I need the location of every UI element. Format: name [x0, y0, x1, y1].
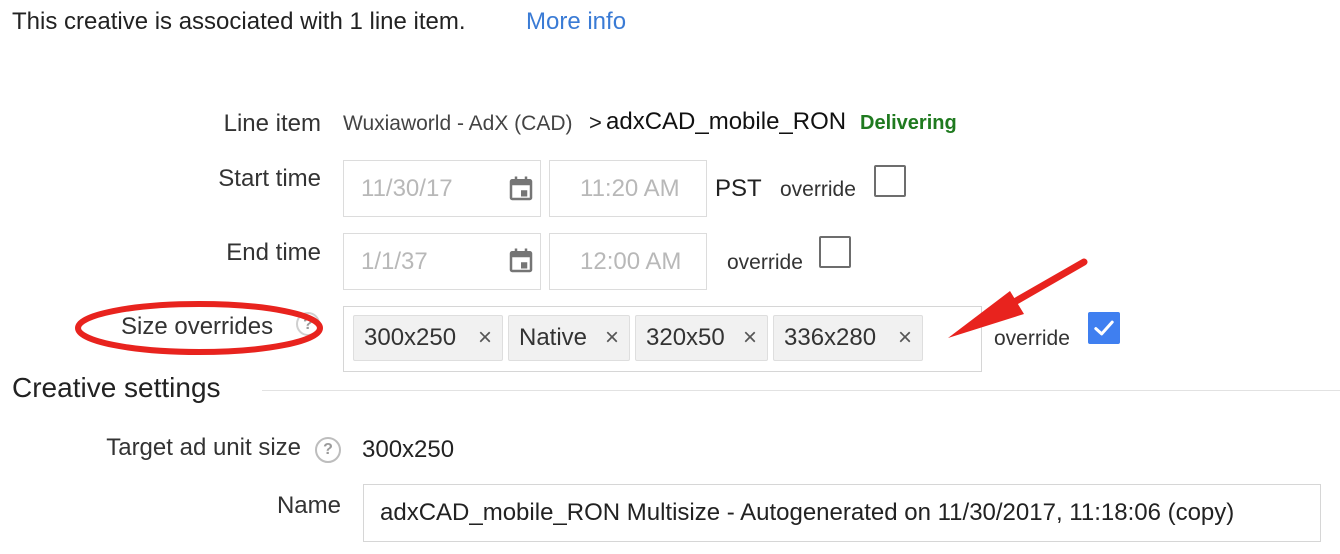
end-override-label: override	[727, 251, 803, 274]
size-override-checkbox[interactable]	[1088, 312, 1120, 344]
line-item-parent: Wuxiaworld - AdX (CAD)	[343, 112, 573, 135]
start-override-checkbox[interactable]	[874, 165, 906, 197]
size-chip: 300x250 ×	[353, 315, 503, 361]
close-icon[interactable]: ×	[898, 316, 912, 360]
name-value: adxCAD_mobile_RON Multisize - Autogenera…	[380, 499, 1235, 526]
name-input[interactable]: adxCAD_mobile_RON Multisize - Autogenera…	[363, 484, 1321, 542]
size-chip-label: Native	[519, 324, 588, 351]
end-time-label: End time	[226, 239, 321, 266]
line-item-label: Line item	[223, 110, 321, 137]
start-time-input[interactable]: 11:20 AM	[549, 160, 707, 217]
end-time-input[interactable]: 12:00 AM	[549, 233, 707, 290]
target-ad-unit-size-value: 300x250	[362, 436, 455, 463]
size-chip: 336x280 ×	[773, 315, 923, 361]
close-icon[interactable]: ×	[743, 316, 757, 360]
annotation-arrow-shaft	[986, 258, 1088, 320]
start-time-label: Start time	[218, 165, 321, 192]
close-icon[interactable]: ×	[605, 316, 619, 360]
timezone-label: PST	[715, 175, 762, 202]
check-icon	[1094, 320, 1114, 336]
calendar-icon[interactable]	[506, 174, 536, 204]
section-title: Creative settings	[12, 372, 221, 403]
start-time-value: 11:20 AM	[580, 175, 680, 202]
end-override-checkbox[interactable]	[819, 236, 851, 268]
association-text: This creative is associated with 1 line …	[12, 8, 466, 35]
size-chip: Native ×	[508, 315, 630, 361]
end-time-value: 12:00 AM	[580, 248, 682, 275]
size-chip-label: 336x280	[784, 324, 877, 351]
size-overrides-label: Size overrides	[121, 313, 274, 340]
calendar-icon[interactable]	[506, 246, 536, 276]
size-override-label: override	[994, 327, 1070, 350]
end-date-value: 1/1/37	[361, 248, 428, 275]
more-info-link[interactable]: More info	[526, 8, 626, 36]
name-label: Name	[276, 492, 341, 519]
section-divider	[262, 390, 1340, 391]
start-override-label: override	[780, 178, 856, 201]
help-icon[interactable]: ?	[296, 312, 320, 336]
size-overrides-input[interactable]: 300x250 × Native × 320x50 × 336x280 ×	[343, 306, 982, 372]
line-item-name[interactable]: adxCAD_mobile_RON	[606, 108, 846, 136]
breadcrumb-separator: >	[589, 110, 602, 135]
status-badge: Delivering	[860, 112, 957, 134]
close-icon[interactable]: ×	[478, 316, 492, 360]
size-chip-label: 320x50	[646, 324, 725, 351]
size-chip-label: 300x250	[364, 324, 457, 351]
start-date-value: 11/30/17	[361, 175, 453, 202]
target-ad-unit-size-label: Target ad unit size	[106, 434, 301, 461]
help-icon[interactable]: ?	[315, 437, 341, 463]
size-chip: 320x50 ×	[635, 315, 768, 361]
